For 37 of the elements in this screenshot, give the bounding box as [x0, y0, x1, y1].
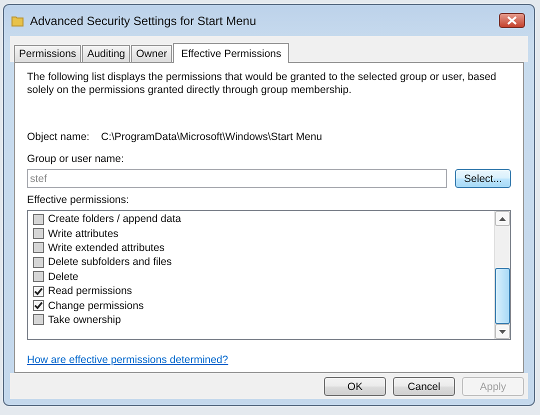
permission-label: Change permissions: [48, 300, 144, 312]
dialog-button[interactable]: Cancel: [393, 377, 455, 396]
checkbox[interactable]: [33, 228, 44, 240]
close-button[interactable]: [499, 13, 525, 28]
checkbox[interactable]: [33, 242, 44, 254]
tab[interactable]: Effective Permissions: [173, 43, 290, 63]
permission-label: Delete: [48, 270, 78, 283]
checkbox[interactable]: [33, 300, 44, 312]
tab[interactable]: Owner: [131, 45, 172, 62]
checkbox[interactable]: [33, 314, 44, 326]
checkbox[interactable]: [33, 214, 44, 225]
object-name-label: Object name:: [27, 131, 90, 143]
close-icon: [507, 16, 517, 25]
scroll-up-icon[interactable]: [495, 211, 510, 226]
help-link[interactable]: How are effective permissions determined?: [27, 354, 228, 366]
checkbox[interactable]: [33, 256, 44, 268]
permission-label: Take ownership: [48, 314, 121, 326]
dialog-button[interactable]: OK: [324, 377, 386, 396]
checkbox[interactable]: [33, 271, 44, 282]
folder-icon: [11, 14, 25, 28]
scrollbar-thumb[interactable]: [495, 268, 510, 324]
permission-label: Write attributes: [48, 228, 118, 240]
tab[interactable]: Permissions: [14, 45, 82, 62]
group-field-label: Group or user name:: [27, 153, 125, 165]
tab[interactable]: Auditing: [82, 45, 130, 62]
select-button[interactable]: Select...: [455, 169, 511, 188]
window-title: Advanced Security Settings for Start Menu: [30, 14, 258, 28]
description-text: The following list displays the permissions that would be granted to the selected group or user, based solely on the permissions granted directly through group membership.: [27, 71, 498, 97]
permission-label: Write extended attributes: [48, 242, 165, 254]
permission-label: Create folders / append data: [48, 213, 182, 226]
permissions-label: Effective permissions:: [27, 194, 130, 206]
scrollbar[interactable]: [494, 211, 510, 339]
checkbox[interactable]: [33, 286, 44, 297]
permission-label: Read permissions: [48, 285, 132, 298]
object-name-value: C:\ProgramData\Microsoft\Windows\Start Menu: [101, 131, 322, 143]
scroll-down-icon[interactable]: [495, 324, 510, 339]
permission-label: Delete subfolders and files: [48, 256, 172, 268]
